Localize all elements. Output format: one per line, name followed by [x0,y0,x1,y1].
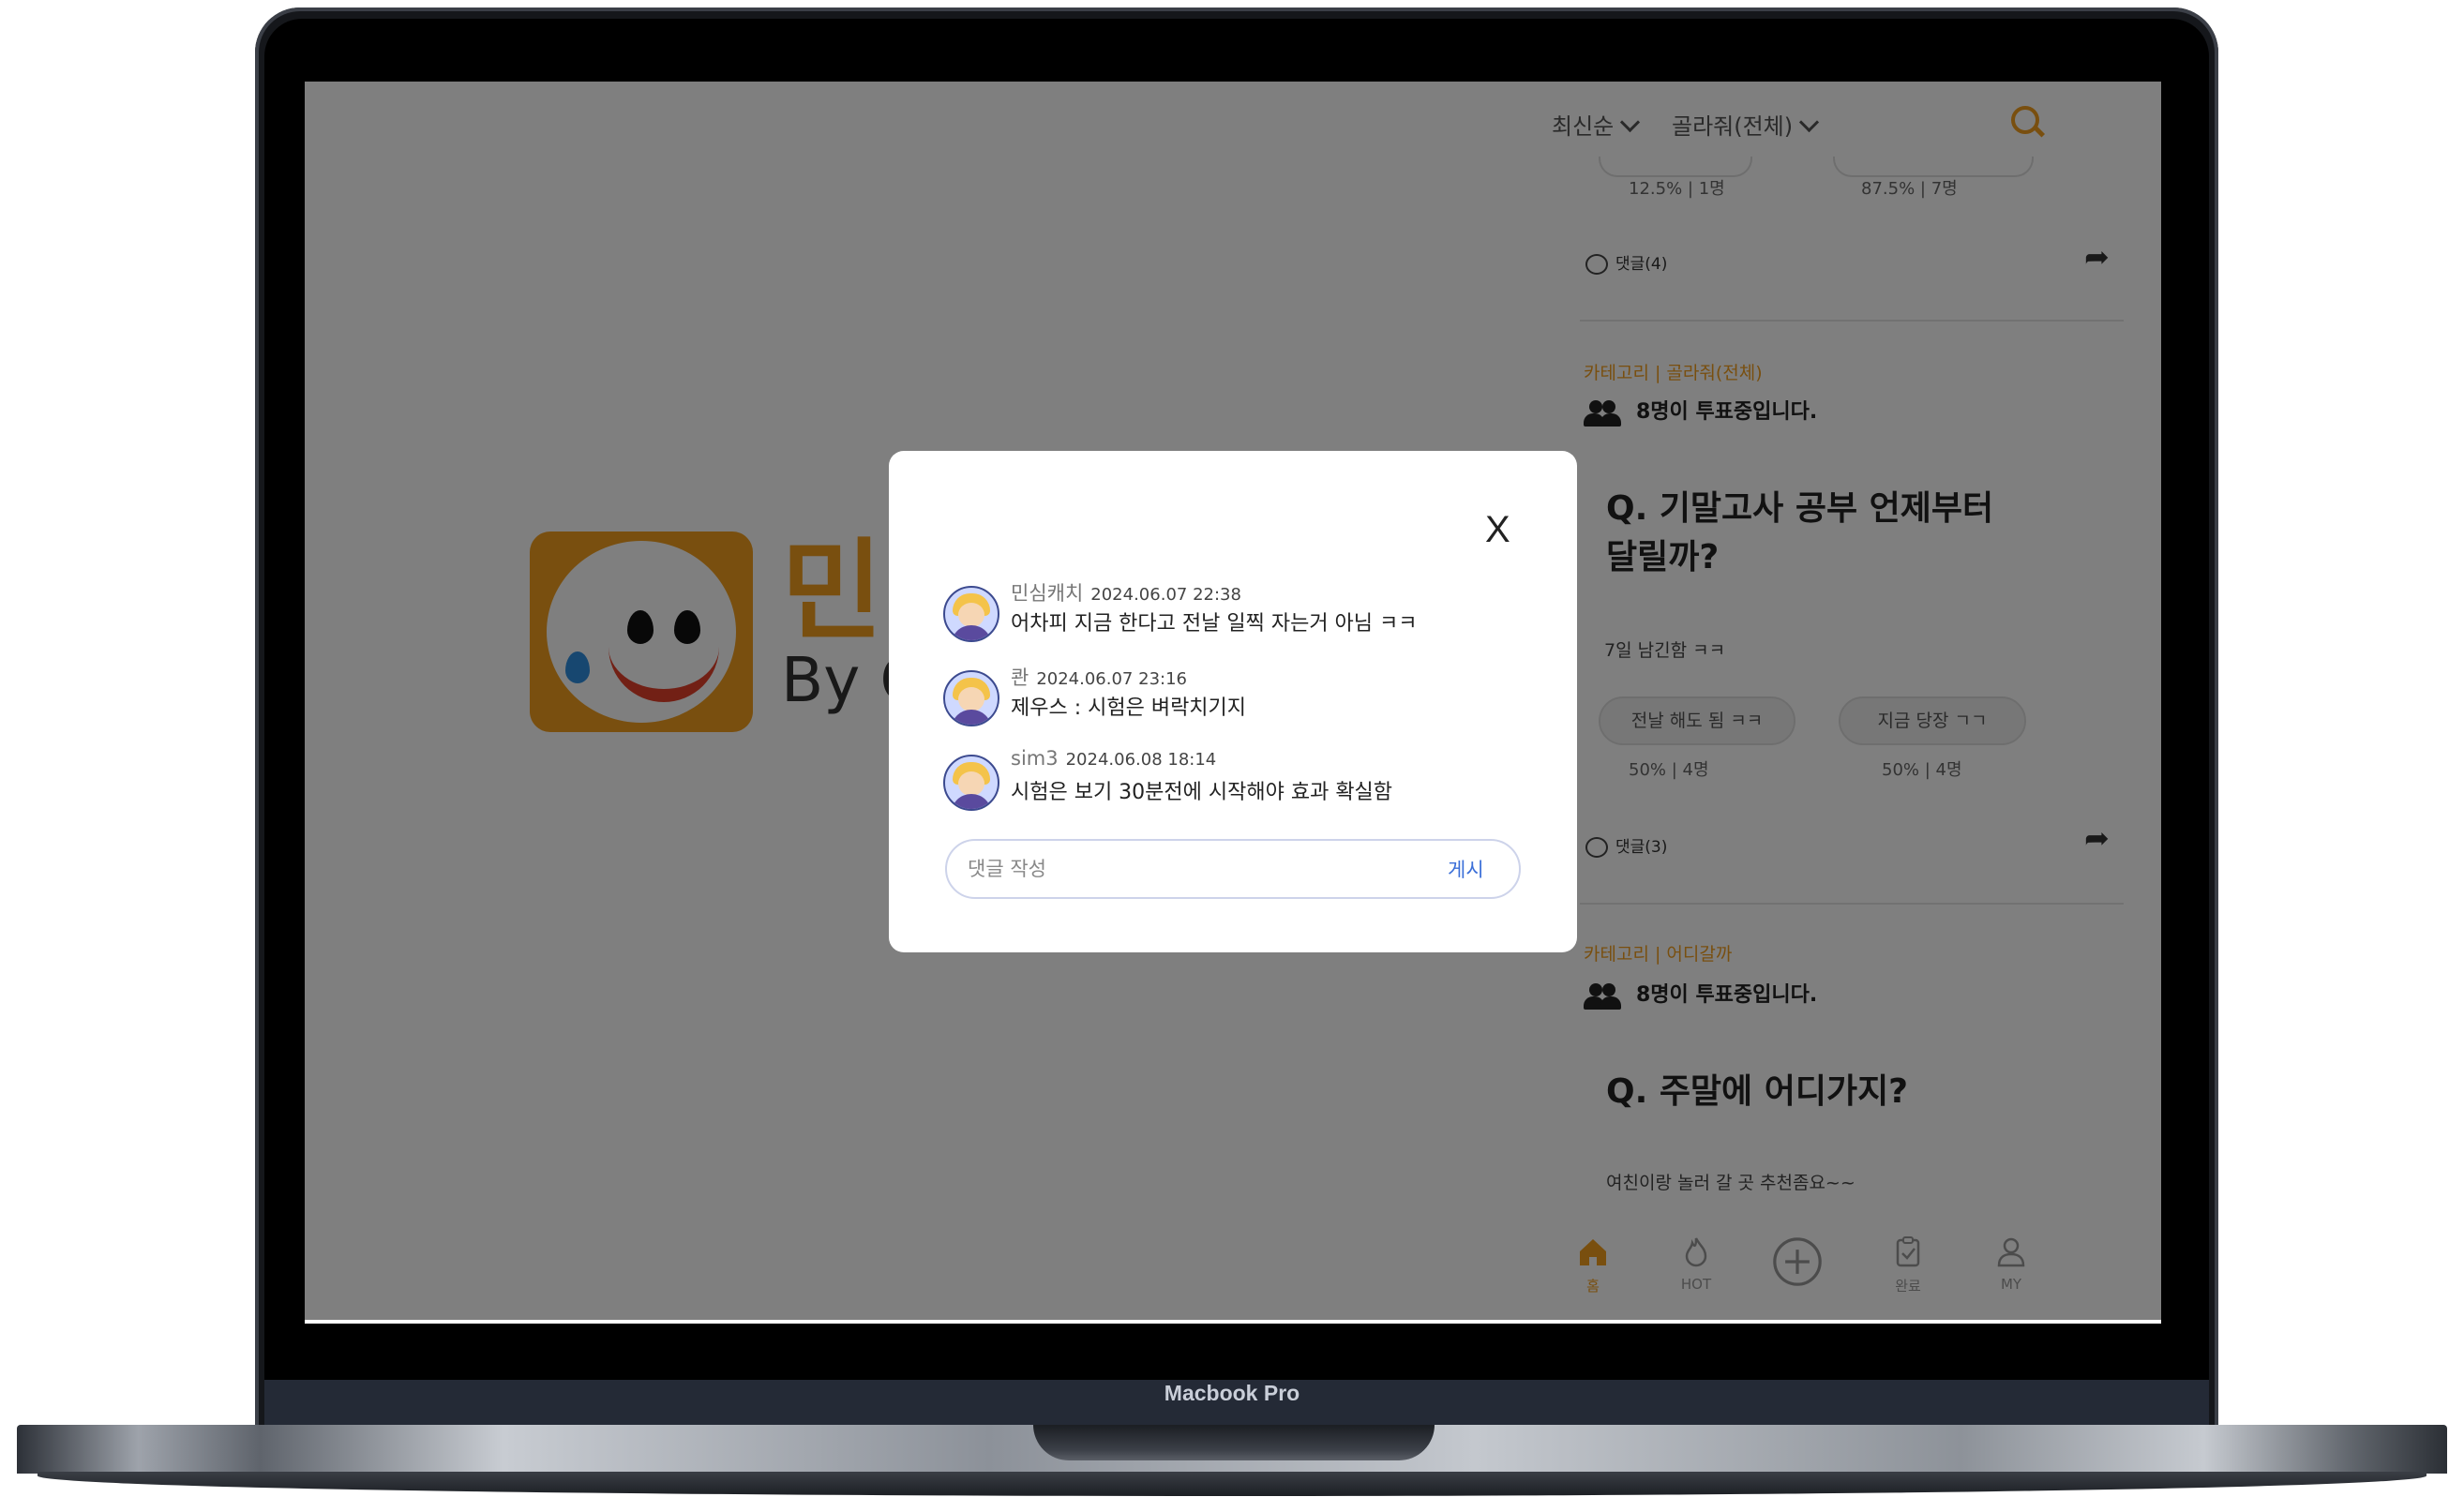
close-button[interactable]: X [1485,509,1510,551]
comment-author-name: 민심캐치 [1011,582,1084,605]
comment-text: 어차피 지금 한다고 전날 일찍 자는거 아님 ㅋㅋ [1011,612,1418,636]
comment-author: 민심캐치 2024.06.07 22:38 [1011,578,1241,606]
screen-edge [305,1320,2161,1324]
comment-item: sim3 2024.06.08 18:14 시험은 보기 30분전에 시작해야 효… [943,747,1525,813]
comment-item: 콴 2024.06.07 23:16 제우스 : 시험은 벼락치기지 [943,663,1525,728]
comment-date: 2024.06.08 18:14 [1065,750,1217,770]
comment-author: sim3 2024.06.08 18:14 [1011,747,1216,770]
comment-item: 민심캐치 2024.06.07 22:38 어차피 지금 한다고 전날 일찍 자는… [943,578,1525,644]
comment-author-name: 콴 [1011,666,1029,689]
model-label: Macbook Pro [1164,1381,1300,1405]
comment-text: 시험은 보기 30분전에 시작해야 효과 확실함 [1011,781,1393,804]
comment-author: 콴 2024.06.07 23:16 [1011,663,1187,691]
comment-date: 2024.06.07 22:38 [1090,585,1241,605]
post-comment-button[interactable]: 게시 [1442,854,1490,884]
comment-input[interactable] [966,850,1382,888]
comment-author-name: sim3 [1011,747,1059,770]
comments-modal: X 민심캐치 2024.06.07 22:38 어차피 지금 한다고 전날 일찍 … [889,451,1577,952]
comment-text: 제우스 : 시험은 벼락치기지 [1011,696,1247,720]
comment-input-box: 게시 [945,839,1521,899]
avatar [943,670,999,726]
laptop-opening-notch [1033,1425,1435,1460]
avatar [943,755,999,811]
comment-date: 2024.06.07 23:16 [1036,669,1187,689]
avatar [943,586,999,642]
laptop-base-bottom [38,1472,2426,1496]
